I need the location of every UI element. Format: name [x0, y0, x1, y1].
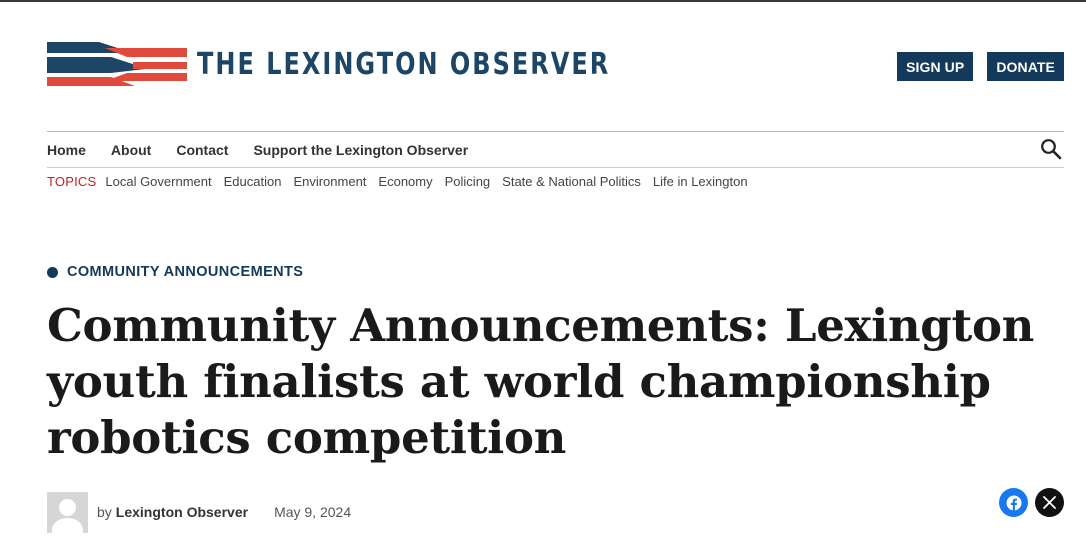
site-title: THE LEXINGTON OBSERVER: [197, 47, 611, 82]
category-link[interactable]: COMMUNITY ANNOUNCEMENTS: [67, 264, 303, 280]
topics-label: TOPICS: [47, 174, 97, 189]
x-share-button[interactable]: [1035, 488, 1064, 517]
topic-policing[interactable]: Policing: [445, 174, 491, 189]
nav-item-contact[interactable]: Contact: [176, 142, 228, 158]
topic-life-in-lexington[interactable]: Life in Lexington: [653, 174, 748, 189]
author-avatar[interactable]: [47, 491, 88, 533]
topic-local-government[interactable]: Local Government: [105, 174, 211, 189]
x-icon: [1043, 496, 1056, 509]
facebook-share-button[interactable]: [999, 488, 1028, 517]
publish-date: May 9, 2024: [274, 504, 352, 520]
article-headline: Community Announcements: Lexington youth…: [47, 299, 1035, 464]
byline: by Lexington Observer May 9, 2024: [47, 491, 352, 533]
share-buttons: [999, 488, 1064, 517]
nav-item-home[interactable]: Home: [47, 142, 86, 158]
sign-up-button[interactable]: SIGN UP: [897, 52, 974, 81]
donate-button[interactable]: DONATE: [987, 52, 1064, 81]
flag-logo-icon: [47, 42, 187, 86]
topic-state-national-politics[interactable]: State & National Politics: [502, 174, 641, 189]
nav-divider-bottom: [47, 167, 1064, 168]
topic-environment[interactable]: Environment: [293, 174, 366, 189]
article-category: COMMUNITY ANNOUNCEMENTS: [47, 264, 303, 280]
top-border: [0, 0, 1086, 2]
site-logo[interactable]: THE LEXINGTON OBSERVER: [47, 42, 714, 88]
nav-item-about[interactable]: About: [111, 142, 151, 158]
nav-item-support[interactable]: Support the Lexington Observer: [253, 142, 468, 158]
author-link[interactable]: Lexington Observer: [116, 504, 248, 520]
topics-bar: TOPICS Local Government Education Enviro…: [47, 174, 760, 189]
topic-education[interactable]: Education: [224, 174, 282, 189]
facebook-icon: [1006, 495, 1021, 510]
topic-economy[interactable]: Economy: [378, 174, 432, 189]
search-icon[interactable]: [1040, 138, 1062, 160]
header-actions: SIGN UP DONATE: [897, 52, 1064, 81]
primary-nav: Home About Contact Support the Lexington…: [47, 132, 468, 167]
category-dot-icon: [47, 266, 58, 278]
byline-prefix: by: [97, 504, 112, 520]
